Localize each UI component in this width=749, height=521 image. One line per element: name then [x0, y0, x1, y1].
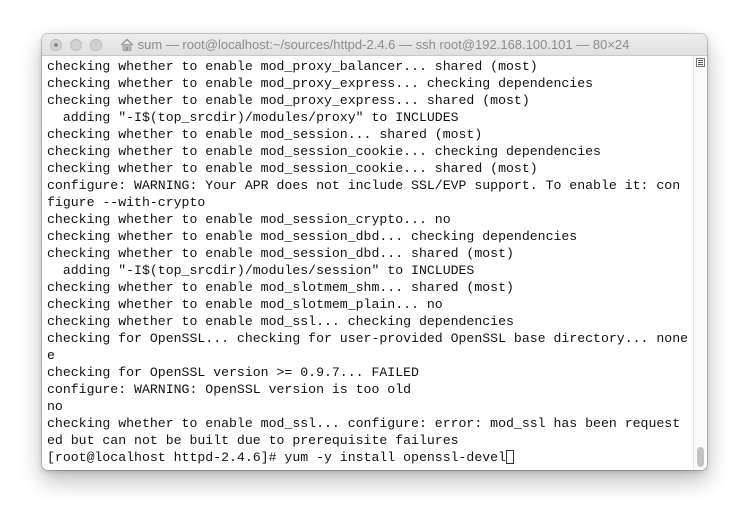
command-prompt-line[interactable]: [root@localhost httpd-2.4.6]# yum -y ins…: [47, 449, 693, 466]
window-title-area: sum — root@localhost:~/sources/httpd-2.4…: [42, 34, 707, 56]
terminal-line: checking whether to enable mod_proxy_exp…: [47, 76, 594, 91]
terminal-line: checking whether to enable mod_slotmem_s…: [47, 280, 514, 295]
terminal-line: adding "-I$(top_srcdir)/modules/session"…: [47, 263, 475, 278]
scrollbar-thumb[interactable]: [697, 447, 704, 467]
terminal-line: configure: WARNING: OpenSSL version is t…: [47, 382, 412, 397]
terminal-line: configure: WARNING: Your APR does not in…: [47, 178, 681, 193]
terminal-line: checking whether to enable mod_session_c…: [47, 212, 451, 227]
command-prompt: [root@localhost httpd-2.4.6]# yum -y ins…: [47, 450, 506, 465]
title-bar[interactable]: sum — root@localhost:~/sources/httpd-2.4…: [42, 34, 707, 56]
terminal-line: checking whether to enable mod_session_c…: [47, 144, 601, 159]
terminal-line: e: [47, 348, 55, 363]
terminal-line: checking whether to enable mod_ssl... co…: [47, 416, 681, 431]
terminal-line: checking whether to enable mod_proxy_bal…: [47, 59, 538, 74]
terminal-output[interactable]: checking whether to enable mod_proxy_bal…: [42, 56, 693, 470]
terminal-line: no: [47, 399, 63, 414]
terminal-line: checking whether to enable mod_session_d…: [47, 246, 514, 261]
text-cursor: [506, 450, 514, 464]
terminal-line: checking for OpenSSL... checking for use…: [47, 331, 689, 346]
terminal-line: adding "-I$(top_srcdir)/modules/proxy" t…: [47, 110, 459, 125]
window-title: sum — root@localhost:~/sources/httpd-2.4…: [137, 37, 630, 52]
terminal-line: checking whether to enable mod_slotmem_p…: [47, 297, 443, 312]
terminal-line: checking whether to enable mod_session_d…: [47, 229, 578, 244]
vertical-scrollbar[interactable]: [693, 56, 707, 470]
terminal-line: figure --with-crypto: [47, 195, 206, 210]
menu-icon[interactable]: [696, 58, 705, 67]
terminal-line: checking whether to enable mod_session_c…: [47, 161, 538, 176]
terminal-window: sum — root@localhost:~/sources/httpd-2.4…: [42, 34, 707, 470]
terminal-line: checking whether to enable mod_proxy_exp…: [47, 93, 530, 108]
terminal-line: checking whether to enable mod_ssl... ch…: [47, 314, 514, 329]
terminal-line: ed but can not be built due to prerequis…: [47, 433, 459, 448]
home-icon: [120, 38, 134, 51]
terminal-line: checking whether to enable mod_session..…: [47, 127, 483, 142]
terminal-line: checking for OpenSSL version >= 0.9.7...…: [47, 365, 419, 380]
